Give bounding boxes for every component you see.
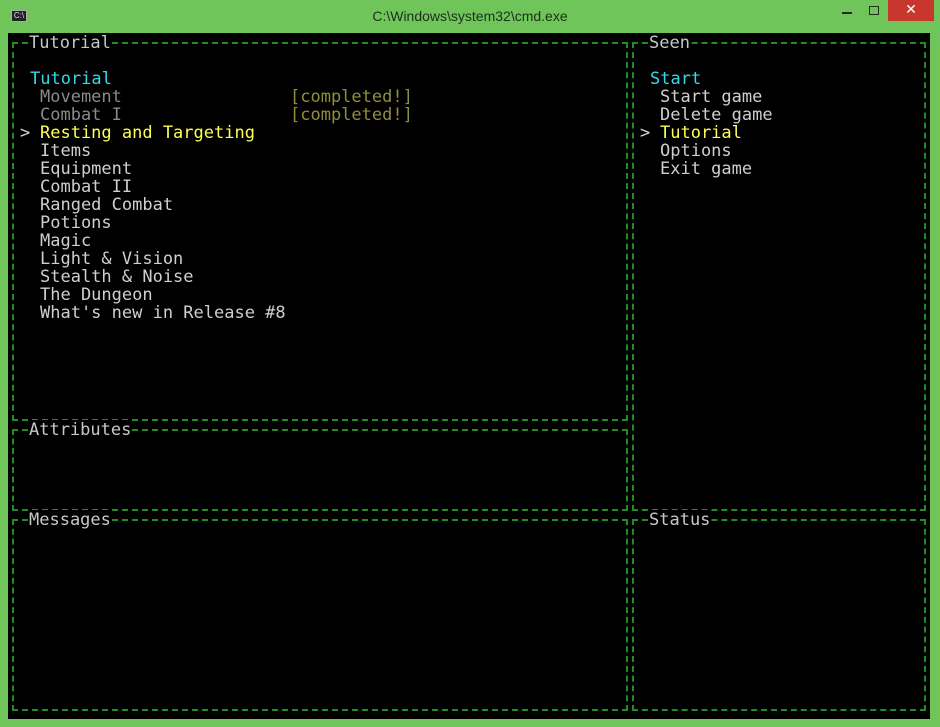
start-menu-item[interactable]: Delete game bbox=[660, 106, 773, 124]
messages-panel: Messages bbox=[12, 510, 628, 711]
selection-cursor: > bbox=[640, 123, 651, 143]
tutorial-menu-item[interactable]: Combat II bbox=[40, 178, 132, 196]
tutorial-panel: Tutorial Tutorial Movement [completed!] Com… bbox=[12, 33, 628, 421]
close-icon: ✕ bbox=[905, 2, 917, 18]
tutorial-item-status: [completed!] bbox=[290, 105, 413, 125]
tutorial-menu-item[interactable]: Light & Vision bbox=[40, 250, 183, 268]
tutorial-menu-item[interactable]: Magic bbox=[40, 232, 91, 250]
tutorial-menu-heading: Tutorial bbox=[30, 69, 112, 89]
start-menu-item[interactable]: Start game bbox=[660, 88, 762, 106]
start-menu-item[interactable]: Exit game bbox=[660, 160, 752, 178]
selection-cursor: > bbox=[20, 123, 31, 143]
tutorial-menu-item[interactable]: Combat I bbox=[40, 106, 122, 124]
status-panel-title: Status bbox=[648, 510, 712, 530]
tutorial-menu-item[interactable]: Potions bbox=[40, 214, 112, 232]
maximize-button[interactable] bbox=[861, 0, 888, 21]
tutorial-menu-item[interactable]: The Dungeon bbox=[40, 286, 153, 304]
tutorial-item-status: [completed!] bbox=[290, 87, 413, 107]
start-menu-heading: Start bbox=[650, 69, 702, 89]
tutorial-menu-item[interactable]: Stealth & Noise bbox=[40, 268, 194, 286]
tutorial-menu-item[interactable]: Equipment bbox=[40, 160, 132, 178]
window-titlebar[interactable]: C:\ C:\Windows\system32\cmd.exe ✕ bbox=[0, 0, 940, 33]
maximize-icon bbox=[869, 6, 879, 15]
attributes-panel: Attributes bbox=[12, 420, 628, 511]
console-area[interactable]: Tutorial Tutorial Movement [completed!] Com… bbox=[8, 33, 930, 719]
start-menu-item[interactable]: Options bbox=[660, 142, 732, 160]
tutorial-menu-item[interactable]: Resting and Targeting bbox=[40, 124, 255, 142]
seen-panel-title: Seen bbox=[648, 33, 691, 53]
start-menu-item[interactable]: Tutorial bbox=[660, 124, 742, 142]
tutorial-menu-item[interactable]: What's new in Release #8 bbox=[40, 304, 286, 322]
seen-panel: Seen Start Start game Delete game Tutorial >… bbox=[632, 33, 926, 511]
minimize-icon bbox=[842, 12, 852, 14]
tutorial-menu-item[interactable]: Movement bbox=[40, 88, 122, 106]
status-panel: Status bbox=[632, 510, 926, 711]
tutorial-menu-item[interactable]: Items bbox=[40, 142, 91, 160]
close-button[interactable]: ✕ bbox=[888, 0, 934, 21]
messages-panel-title: Messages bbox=[28, 510, 112, 530]
attributes-panel-title: Attributes bbox=[28, 420, 133, 440]
tutorial-menu-item[interactable]: Ranged Combat bbox=[40, 196, 173, 214]
tutorial-panel-title: Tutorial bbox=[28, 33, 112, 53]
minimize-button[interactable] bbox=[834, 0, 861, 21]
window-title: C:\Windows\system32\cmd.exe bbox=[372, 8, 568, 24]
